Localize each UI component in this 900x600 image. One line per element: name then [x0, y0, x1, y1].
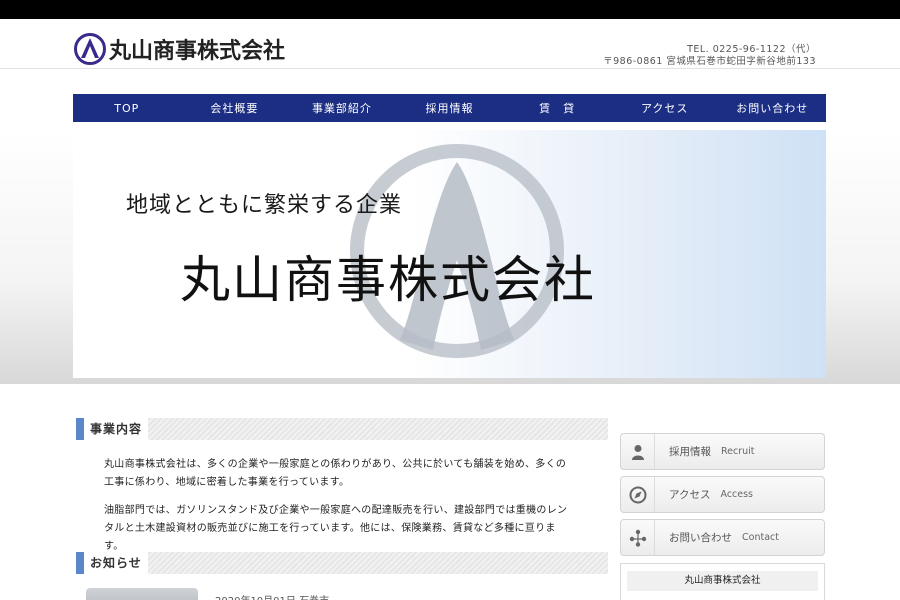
compass-icon — [621, 477, 655, 512]
sidebar-company-box: 丸山商事株式会社 — [620, 563, 825, 600]
site-header: 丸山商事株式会社 TEL. 0225-96-1122（代） 〒986-0861 … — [0, 19, 900, 69]
nav-item-rental[interactable]: 賃 貸 — [503, 94, 611, 122]
sidebar-contact-en: Contact — [742, 532, 779, 543]
sidebar-recruit-label: 採用情報 — [669, 446, 711, 458]
hero-banner: 地域とともに繁栄する企業 丸山商事株式会社 — [73, 130, 826, 378]
sidebar-recruit-en: Recruit — [721, 446, 755, 457]
sidebar-access-en: Access — [720, 489, 754, 500]
person-icon — [621, 434, 655, 469]
business-paragraph-1: 丸山商事株式会社は、多くの企業や一般家庭との係わりがあり、公共に於いても舗装を始… — [104, 459, 567, 488]
company-logo-icon — [74, 33, 106, 65]
nav-item-recruit[interactable]: 採用情報 — [396, 94, 504, 122]
site-logo[interactable]: 丸山商事株式会社 — [74, 33, 285, 65]
top-black-bar — [0, 0, 900, 19]
nav-item-contact[interactable]: お問い合わせ — [718, 94, 826, 122]
header-address: 〒986-0861 宮城県石巻市蛇田字新谷地前133 — [603, 56, 816, 67]
sidebar-contact-button[interactable]: お問い合わせ Contact — [620, 519, 825, 556]
business-heading-label: 事業内容 — [84, 418, 149, 440]
hero-title: 丸山商事株式会社 — [180, 251, 596, 309]
nav-item-access[interactable]: アクセス — [611, 94, 719, 122]
sidebar-box-title: 丸山商事株式会社 — [627, 571, 818, 591]
sidebar-contact-label: お問い合わせ — [669, 532, 732, 544]
share-icon — [621, 520, 655, 555]
header-tel: TEL. 0225-96-1122（代） — [687, 44, 816, 55]
global-nav: TOP 会社概要 事業部紹介 採用情報 賃 貸 アクセス お問い合わせ — [73, 94, 826, 122]
business-section-heading: 事業内容 — [76, 418, 608, 440]
sidebar-access-label: アクセス — [669, 489, 711, 501]
news-section-heading: お知らせ — [76, 552, 608, 574]
news-heading-label: お知らせ — [84, 552, 148, 574]
news-item[interactable]: 2020年10月01日 石巻市… — [215, 592, 339, 600]
header-contact: TEL. 0225-96-1122（代） 〒986-0861 宮城県石巻市蛇田字… — [603, 44, 816, 68]
news-thumbnail[interactable] — [86, 588, 198, 600]
nav-item-company[interactable]: 会社概要 — [181, 94, 289, 122]
sidebar-recruit-button[interactable]: 採用情報 Recruit — [620, 433, 825, 470]
logo-text: 丸山商事株式会社 — [109, 39, 286, 64]
nav-item-top[interactable]: TOP — [73, 94, 181, 122]
nav-item-divisions[interactable]: 事業部紹介 — [288, 94, 396, 122]
sidebar-access-button[interactable]: アクセス Access — [620, 476, 825, 513]
hero-subtitle: 地域とともに繁栄する企業 — [126, 193, 403, 218]
business-paragraph-2: 油脂部門では、ガソリンスタンド及び企業や一般家庭への配達販売を行い、建設部門では… — [104, 505, 568, 552]
